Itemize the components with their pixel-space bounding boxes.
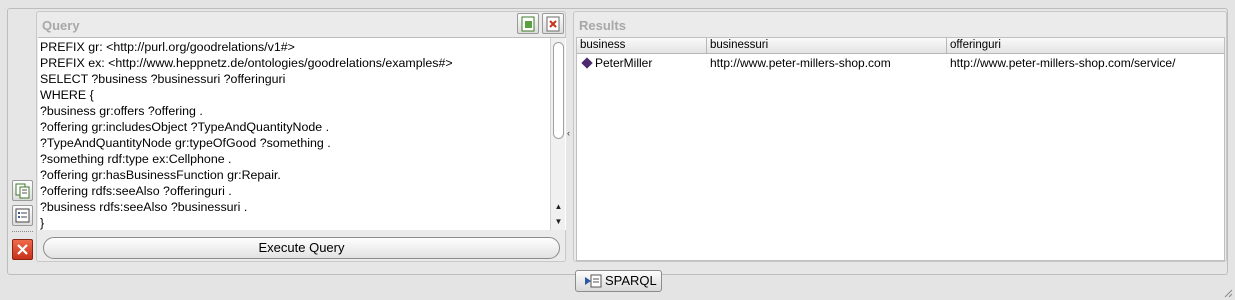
query-scrollbar[interactable]: ▲ ▼ <box>550 38 565 230</box>
cell-business-text: PeterMiller <box>595 56 653 70</box>
resource-diamond-icon <box>581 57 593 69</box>
cell-businessuri: http://www.peter-millers-shop.com <box>710 56 891 70</box>
sparql-tab[interactable]: SPARQL <box>575 270 662 292</box>
results-panel-title: Results <box>579 18 626 33</box>
save-query-button[interactable] <box>517 13 539 34</box>
close-icon <box>17 244 28 255</box>
sparql-tab-label: SPARQL <box>605 273 657 288</box>
toolbar-separator <box>12 231 33 232</box>
query-panel-title: Query <box>42 18 80 33</box>
split-divider-arrow-icon[interactable]: ‹ <box>567 128 570 138</box>
query-line: ?offering rdfs:seeAlso ?offeringuri . <box>40 184 232 198</box>
query-line: SELECT ?business ?businessuri ?offeringu… <box>40 72 286 86</box>
query-panel: Query PREFIX gr: <http://purl.org/goodre… <box>36 11 566 262</box>
query-line: ?offering gr:hasBusinessFunction gr:Repa… <box>40 168 281 182</box>
query-line: PREFIX ex: <http://www.heppnetz.de/ontol… <box>40 56 453 70</box>
query-line: } <box>40 216 45 230</box>
query-line: PREFIX gr: <http://purl.org/goodrelation… <box>40 40 295 54</box>
scrollbar-thumb[interactable] <box>553 42 564 139</box>
column-header-offeringuri[interactable]: offeringuri <box>947 38 1224 54</box>
cell-business: PeterMiller <box>577 55 707 71</box>
scroll-down-arrow-icon[interactable]: ▼ <box>553 216 564 227</box>
results-table: business businessuri offeringuri PeterMi… <box>576 37 1225 261</box>
results-panel: Results business businessuri offeringuri… <box>573 11 1227 262</box>
column-header-businessuri[interactable]: businessuri <box>707 38 947 54</box>
execute-query-button[interactable]: Execute Query <box>43 237 560 259</box>
column-header-business[interactable]: business <box>577 38 707 54</box>
query-line: ?something rdf:type ex:Cellphone . <box>40 152 232 166</box>
query-line: ?offering gr:includesObject ?TypeAndQuan… <box>40 120 330 134</box>
clear-query-button[interactable] <box>542 13 564 34</box>
query-line: ?business rdfs:seeAlso ?businessuri . <box>40 200 248 214</box>
list-icon <box>15 208 30 223</box>
query-line: ?TypeAndQuantityNode gr:typeOfGood ?some… <box>40 136 331 150</box>
save-query-icon <box>521 16 535 32</box>
close-view-button[interactable] <box>12 239 33 260</box>
copy-query-icon <box>15 183 30 199</box>
query-line: WHERE { <box>40 88 94 102</box>
query-line: ?business gr:offers ?offering . <box>40 104 203 118</box>
list-view-button[interactable] <box>12 205 33 226</box>
cell-offeringuri: http://www.peter-millers-shop.com/servic… <box>950 56 1176 70</box>
copy-query-button[interactable] <box>12 180 33 201</box>
clear-query-icon <box>546 16 560 32</box>
table-header: business businessuri offeringuri <box>577 38 1224 54</box>
resize-grip-icon[interactable] <box>1224 289 1233 298</box>
scroll-up-arrow-icon[interactable]: ▲ <box>553 201 564 212</box>
query-editor[interactable]: PREFIX gr: <http://purl.org/goodrelation… <box>38 37 566 230</box>
sparql-icon <box>585 274 602 288</box>
